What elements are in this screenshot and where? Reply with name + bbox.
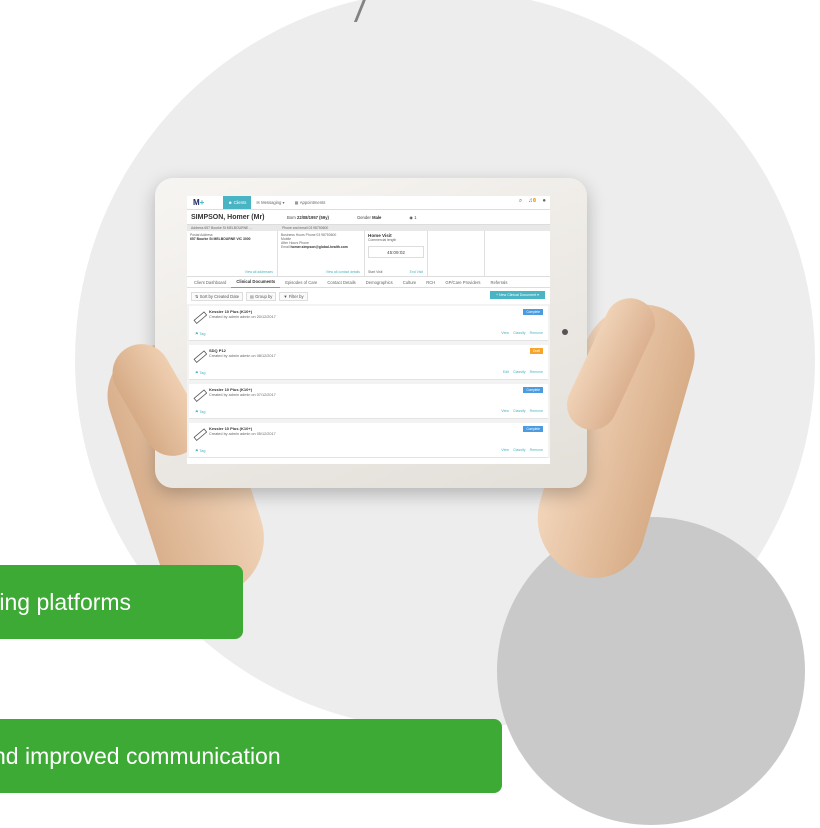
notification-badge: 3 [532,198,537,202]
ruler-icon [193,350,207,363]
remove-button[interactable]: Remove [530,370,543,374]
top-nav: M+ ☻ Clients ✉ Messaging ▾ ▦ Appointment… [187,196,550,210]
tab-contact-details[interactable]: Contact Details [322,277,360,287]
remove-button[interactable]: Remove [530,331,543,335]
client-panels: Postal Address 657 Bourke St MELBOURNE V… [187,231,550,277]
tab-referrals[interactable]: Referrals [485,277,512,287]
empty-panel-1 [428,231,485,276]
tag-link[interactable]: ⚑ Tag [195,331,206,336]
tag-link[interactable]: ⚑ Tag [195,370,206,375]
client-header: SIMPSON, Homer (Mr) Born 22/08/1957 (59y… [187,210,550,225]
tab-culture[interactable]: Culture [398,277,422,287]
ruler-icon [193,389,207,402]
classify-button[interactable]: Classify [513,331,526,335]
nav-actions: ⌕ ♫3 ● [519,198,546,205]
documents-toolbar: ⇅ Sort by Created Date ▤ Group by ▼ Filt… [187,288,550,304]
document-item[interactable]: Kessler 10 Plus (K10+) Created by admin … [189,306,548,341]
tab-gp-care-providers[interactable]: GP/Care Providers [440,277,485,287]
nav-tab-messaging[interactable]: ✉ Messaging ▾ [251,196,289,209]
end-visit-link[interactable]: End Visit [410,270,423,274]
edit-button[interactable]: Edit [503,370,509,374]
remove-button[interactable]: Remove [530,409,543,413]
group-by-button[interactable]: ▤ Group by [246,291,277,301]
filter-button[interactable]: ▼ Filter by [279,291,308,301]
client-name: SIMPSON, Homer (Mr) [191,213,265,221]
status-badge: Complete [523,309,543,315]
status-badge: Complete [523,426,543,432]
classify-button[interactable]: Classify [513,448,526,452]
ruler-icon [193,428,207,441]
ruler-icon [193,311,207,324]
new-clinical-document-button[interactable]: + New Clinical Document ▾ [489,291,545,299]
address-summary: Address 657 Bourke St MELBOURNE ... [191,226,253,230]
document-actions: View Classify Remove [501,409,543,413]
start-visit-link[interactable]: Start Visit [368,270,382,274]
tablet-home-button [562,329,568,335]
decorative-circle [497,517,805,825]
document-actions: Edit Classify Remove [503,370,543,374]
tag-link[interactable]: ⚑ Tag [195,409,206,414]
remove-button[interactable]: Remove [530,448,543,452]
document-item[interactable]: Kessler 10 Plus (K10+) Created by admin … [189,423,548,458]
tab-rch[interactable]: RCH [421,277,440,287]
status-badge: Complete [523,387,543,393]
document-actions: View Classify Remove [501,331,543,335]
contact-panel: Business Hours Phone 03 98750600 Mobile … [278,231,365,276]
view-button[interactable]: View [501,448,509,452]
document-list: Kessler 10 Plus (K10+) Created by admin … [187,304,550,458]
client-tabs: Client Dashboard Clinical Documents Epis… [187,277,550,288]
view-button[interactable]: View [501,331,509,335]
tablet-screen: M+ ☻ Clients ✉ Messaging ▾ ▦ Appointment… [187,196,550,464]
app-logo[interactable]: M+ [187,198,223,207]
classify-button[interactable]: Classify [513,370,526,374]
view-all-contacts-link[interactable]: View all contact details [326,270,360,274]
nav-tab-appointments[interactable]: ▦ Appointments [290,196,331,209]
home-visit-panel: Home Visit Commercial length 45:09:02 St… [365,231,428,276]
address-panel: Postal Address 657 Bourke St MELBOURNE V… [187,231,278,276]
home-visit-timer: 45:09:02 [368,246,424,258]
view-all-addresses-link[interactable]: View all addresses [245,270,273,274]
document-item[interactable]: Kessler 10 Plus (K10+) Created by admin … [189,384,548,419]
document-item[interactable]: SDQ P12 Created by admin admin on 08/12/… [189,345,548,380]
client-born: Born 22/08/1957 (59y) [287,214,329,220]
search-icon[interactable]: ⌕ [519,198,522,205]
nav-tab-clients[interactable]: ☻ Clients [223,196,252,209]
user-icon[interactable]: ● [542,198,546,205]
tab-episodes-of-care[interactable]: Episodes of Care [280,277,322,287]
sort-button[interactable]: ⇅ Sort by Created Date [191,291,244,301]
client-gender: Gender Male [356,214,382,220]
phone-summary: Phone and email 03 98750600 [282,226,329,230]
document-actions: View Classify Remove [501,448,543,452]
tab-demographics[interactable]: Demographics [361,277,398,287]
tag-link[interactable]: ⚑ Tag [195,448,206,453]
tab-client-dashboard[interactable]: Client Dashboard [189,277,231,287]
status-badge: Draft [530,348,543,354]
client-id: ◉ 1 [409,214,417,220]
view-button[interactable]: View [501,409,509,413]
feature-banner-communication: nd improved communication [0,719,502,793]
tab-clinical-documents[interactable]: Clinical Documents [231,277,281,288]
bell-icon[interactable]: ♫3 [528,198,537,205]
classify-button[interactable]: Classify [513,409,526,413]
feature-banner-platforms: ting platforms [0,565,243,639]
empty-panel-2 [485,231,541,276]
